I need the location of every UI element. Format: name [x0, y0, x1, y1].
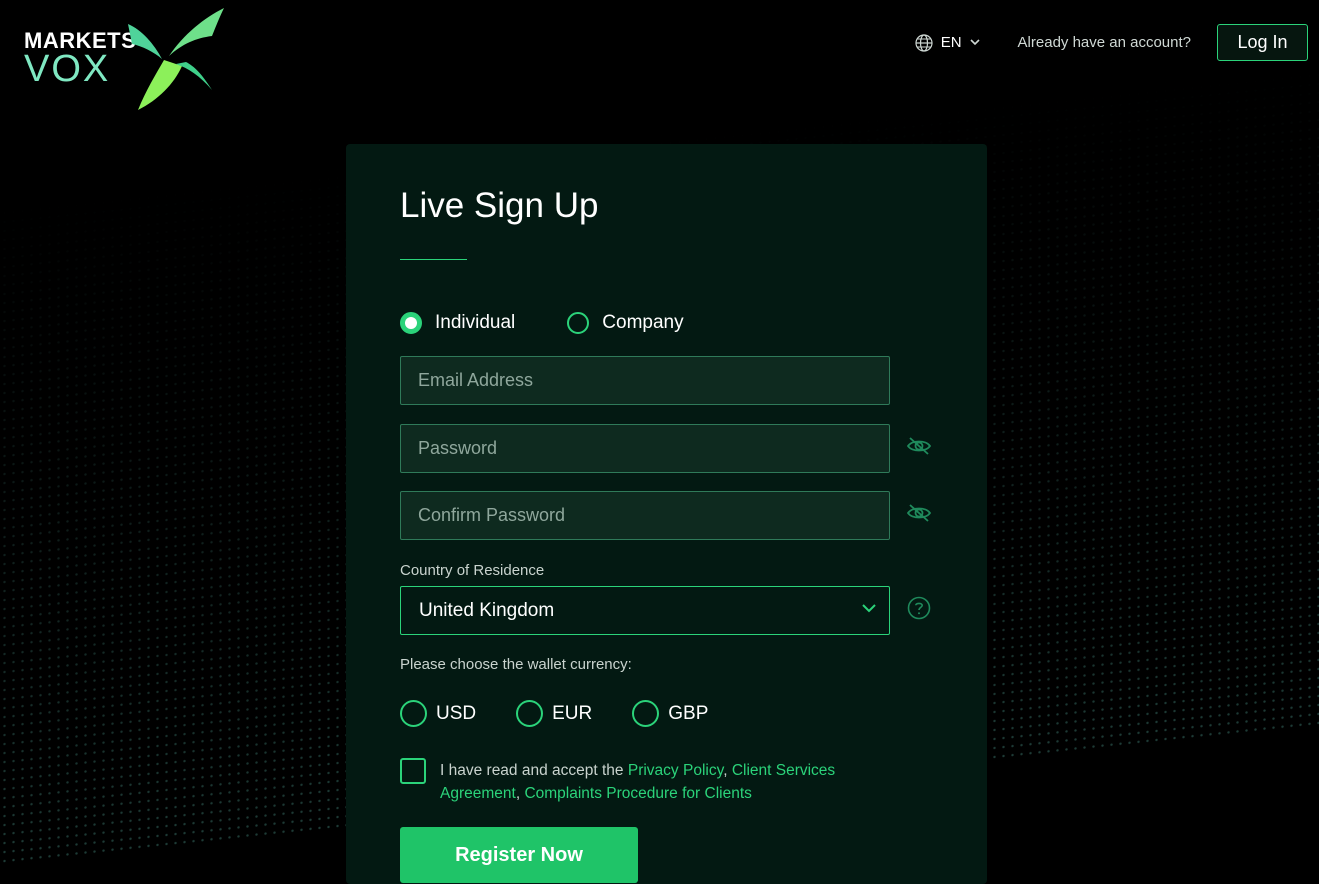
country-select[interactable]: United Kingdom — [400, 586, 890, 635]
chevron-down-icon — [862, 604, 876, 613]
register-button[interactable]: Register Now — [400, 827, 638, 883]
signup-card: Live Sign Up Individual Company Email Ad… — [346, 144, 987, 884]
radio-gbp-indicator — [632, 700, 660, 727]
radio-company-indicator — [567, 312, 590, 334]
radio-gbp-label: GBP — [668, 702, 709, 724]
country-value: United Kingdom — [419, 599, 555, 621]
logo[interactable]: MARKETS VOX — [24, 4, 224, 114]
complaints-procedure-link[interactable]: Complaints Procedure for Clients — [524, 785, 751, 802]
language-label: EN — [940, 34, 962, 51]
privacy-policy-link[interactable]: Privacy Policy — [628, 762, 723, 779]
logo-text-vox: VOX — [24, 48, 111, 90]
title-divider — [400, 259, 467, 260]
email-field[interactable]: Email Address — [400, 356, 890, 405]
header-actions: EN Already have an account? Log In — [915, 24, 1308, 61]
chevron-down-icon — [969, 39, 980, 46]
radio-usd-indicator — [400, 700, 427, 727]
radio-individual-indicator — [400, 312, 422, 334]
globe-icon — [915, 33, 933, 52]
radio-individual-label: Individual — [435, 312, 516, 333]
login-button[interactable]: Log In — [1217, 24, 1308, 61]
terms-text: I have read and accept the Privacy Polic… — [440, 759, 860, 805]
radio-usd[interactable]: USD — [400, 700, 476, 727]
terms-checkbox[interactable] — [400, 758, 426, 784]
confirm-password-field[interactable]: Confirm Password — [400, 491, 890, 540]
radio-company-label: Company — [602, 312, 684, 333]
eye-off-icon[interactable] — [906, 435, 932, 457]
radio-company[interactable]: Company — [567, 312, 684, 334]
country-label: Country of Residence — [400, 562, 545, 579]
radio-individual[interactable]: Individual — [400, 312, 515, 334]
already-have-account-text: Already have an account? — [1017, 34, 1191, 51]
help-icon[interactable] — [907, 596, 931, 620]
radio-eur-indicator — [516, 700, 544, 727]
radio-usd-label: USD — [436, 702, 477, 724]
radio-eur-label: EUR — [552, 702, 593, 724]
page-title: Live Sign Up — [400, 186, 599, 225]
terms-sep-1: , — [723, 762, 732, 779]
radio-gbp[interactable]: GBP — [632, 700, 708, 727]
currency-group: USD EUR GBP — [400, 700, 708, 727]
logo-x-mark-icon — [128, 8, 224, 110]
password-field[interactable]: Password — [400, 424, 890, 473]
eye-off-icon[interactable] — [906, 502, 932, 524]
radio-eur[interactable]: EUR — [516, 700, 592, 727]
language-selector[interactable]: EN — [915, 33, 980, 52]
account-type-group: Individual Company — [400, 312, 684, 334]
terms-prefix: I have read and accept the — [440, 762, 628, 779]
wallet-currency-label: Please choose the wallet currency: — [400, 656, 632, 673]
